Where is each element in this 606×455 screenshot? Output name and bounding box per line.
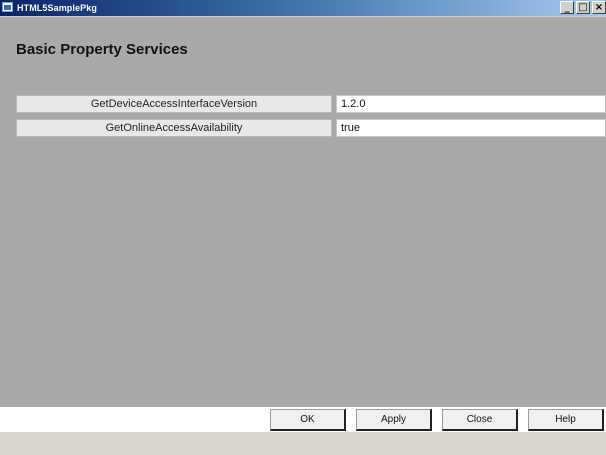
dialog-button-bar: OK Apply Close Help [0,407,606,432]
online-access-availability-field[interactable] [336,119,606,137]
property-row: GetDeviceAccessInterfaceVersion [16,95,606,113]
apply-button[interactable]: Apply [356,409,432,431]
app-window-icon [2,2,13,12]
minimize-icon[interactable]: _ [560,1,574,14]
help-button[interactable]: Help [528,409,604,431]
maximize-icon[interactable]: □ [576,1,590,14]
status-strip [0,432,606,455]
window-title: HTML5SamplePkg [17,3,97,13]
close-button[interactable]: Close [442,409,518,431]
page-title: Basic Property Services [16,41,188,58]
ok-button[interactable]: OK [270,409,346,431]
property-row: GetOnlineAccessAvailability [16,119,606,137]
app-window: HTML5SamplePkg _ □ × Basic Property Serv… [0,0,606,455]
title-bar[interactable]: HTML5SamplePkg _ □ × [0,0,606,16]
get-online-access-availability-button[interactable]: GetOnlineAccessAvailability [16,119,332,137]
get-device-access-interface-version-button[interactable]: GetDeviceAccessInterfaceVersion [16,95,332,113]
device-access-interface-version-field[interactable] [336,95,606,113]
window-controls: _ □ × [560,1,606,14]
main-panel: Basic Property Services GetDeviceAccessI… [0,17,606,407]
close-icon[interactable]: × [592,1,606,14]
